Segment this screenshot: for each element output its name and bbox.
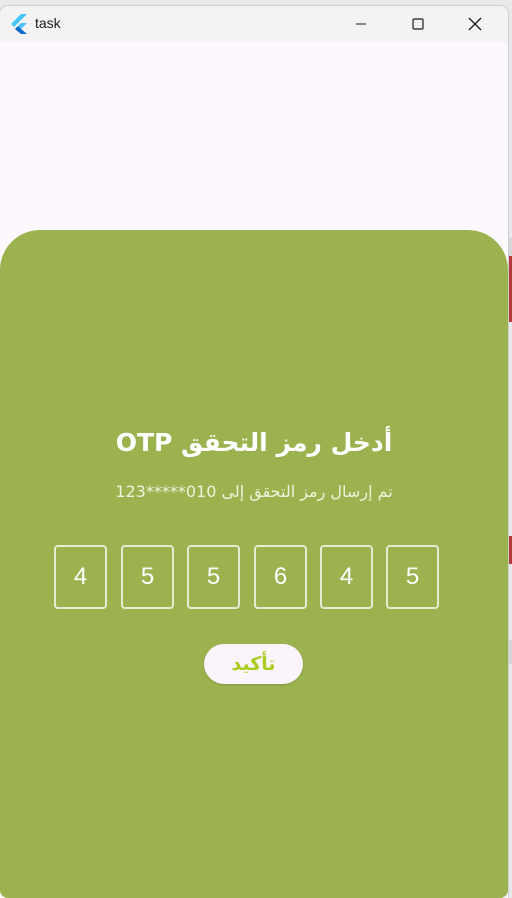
otp-subtitle: تم إرسال رمز التحقق إلى 010*****123 [115, 482, 393, 501]
app-content: أدخل رمز التحقق OTP تم إرسال رمز التحقق … [0, 42, 508, 898]
otp-input-row: 4 5 5 6 4 5 [54, 545, 442, 612]
otp-digit-field[interactable]: 4 [54, 545, 107, 609]
maximize-icon [412, 18, 424, 30]
otp-digit-field[interactable]: 4 [320, 545, 373, 609]
minimize-icon [355, 18, 367, 30]
app-window: task أدخل رمز التحقق OTP تم إرسال رمز ال… [0, 6, 508, 898]
maximize-button[interactable] [395, 6, 441, 42]
otp-title: أدخل رمز التحقق OTP [115, 428, 393, 457]
title-bar[interactable]: task [0, 6, 508, 42]
otp-sheet: أدخل رمز التحقق OTP تم إرسال رمز التحقق … [0, 230, 508, 898]
otp-digit-field[interactable]: 6 [254, 545, 307, 609]
minimize-button[interactable] [338, 6, 384, 42]
confirm-button[interactable]: تأكيد [204, 644, 303, 684]
close-button[interactable] [452, 6, 498, 42]
otp-digit-field[interactable]: 5 [187, 545, 240, 609]
otp-digit-field[interactable]: 5 [121, 545, 174, 609]
window-title: task [35, 15, 61, 31]
otp-digit-field[interactable]: 5 [386, 545, 439, 609]
close-icon [468, 17, 482, 31]
flutter-logo-icon [10, 14, 28, 34]
